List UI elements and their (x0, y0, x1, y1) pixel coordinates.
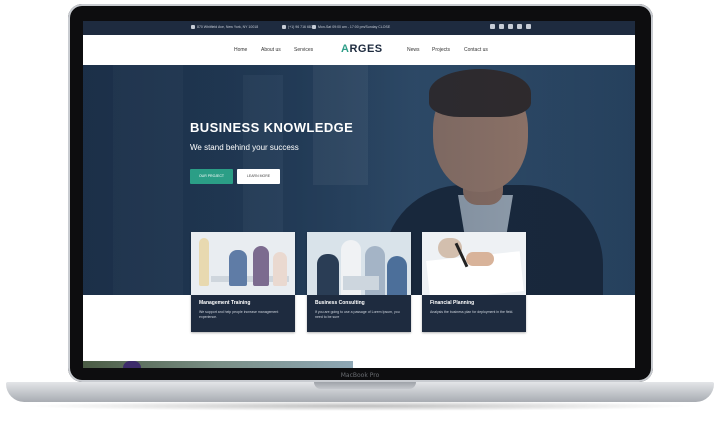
card-image-figure (466, 252, 494, 266)
card-image-figure (253, 246, 269, 286)
hours-info: Mon-Sat 09:00 am - 17:00 pm/Sunday CLOSE (312, 25, 390, 29)
card-title: Business Consulting (315, 300, 365, 306)
hours-text: Mon-Sat 09:00 am - 17:00 pm/Sunday CLOSE (318, 25, 391, 29)
service-card-management[interactable]: Management Training We support and help … (191, 232, 295, 332)
laptop-notch (314, 382, 416, 389)
home-icon (191, 25, 195, 29)
nav-home[interactable]: Home (234, 47, 247, 53)
google-plus-icon[interactable] (508, 24, 513, 29)
pinterest-icon[interactable] (517, 24, 522, 29)
card-title: Management Training (199, 300, 251, 306)
card-image-figure (229, 250, 247, 286)
hero-title: BUSINESS KNOWLEDGE (190, 120, 354, 135)
service-card-consulting[interactable]: Business Consulting If you are going to … (307, 232, 411, 332)
phone-icon (282, 25, 286, 29)
address-info: 870 Whitfield Ave, New York, NY 10018 (191, 25, 258, 29)
service-card-financial[interactable]: Financial Planning Analysis the business… (422, 232, 526, 332)
social-links (490, 24, 531, 29)
clock-icon (312, 25, 316, 29)
card-text: We support and help people increase mana… (199, 310, 279, 319)
phone-info: (+1) 96 716 6879 (282, 25, 315, 29)
nav-services[interactable]: Services (294, 47, 313, 53)
card-title: Financial Planning (430, 300, 475, 306)
laptop-shadow (22, 401, 698, 411)
card-text: If you are going to use a passage of Lor… (315, 310, 400, 319)
next-section-avatar (123, 361, 141, 368)
card-text: Analysis the business plan for deploymen… (430, 310, 514, 314)
laptop-screen: 870 Whitfield Ave, New York, NY 10018 (+… (83, 21, 635, 368)
laptop-base (6, 382, 714, 402)
nav-about-us[interactable]: About us (261, 47, 281, 53)
card-image-figure (317, 254, 339, 295)
card-image (422, 232, 526, 295)
card-image-figure (387, 256, 407, 295)
laptop-brand-label: MacBook Pro (340, 372, 380, 379)
phone-text: (+1) 96 716 6879 (288, 25, 315, 29)
address-text: 870 Whitfield Ave, New York, NY 10018 (197, 25, 259, 29)
card-image-figure (343, 276, 379, 290)
linkedin-icon[interactable] (526, 24, 531, 29)
logo-text: ARGES (341, 43, 383, 55)
twitter-icon[interactable] (499, 24, 504, 29)
hero-subtitle: We stand behind your success (190, 143, 299, 152)
our-project-button[interactable]: OUR PROJECT (190, 169, 233, 184)
nav-contact-us[interactable]: Contact us (464, 47, 488, 53)
card-image (191, 232, 295, 295)
facebook-icon[interactable] (490, 24, 495, 29)
nav-news[interactable]: News (407, 47, 420, 53)
card-image-figure (199, 238, 209, 286)
main-nav: Home About us Services ARGES News Projec… (83, 35, 635, 66)
card-image (307, 232, 411, 295)
learn-more-button[interactable]: LEARN MORE (237, 169, 280, 184)
nav-projects[interactable]: Projects (432, 47, 450, 53)
top-info-bar: 870 Whitfield Ave, New York, NY 10018 (+… (83, 21, 635, 35)
card-image-figure (273, 252, 287, 286)
site-logo[interactable]: ARGES (341, 43, 383, 55)
